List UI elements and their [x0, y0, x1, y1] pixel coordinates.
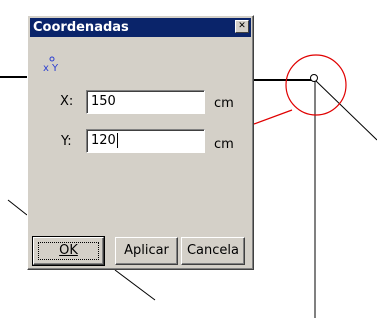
marker-leader-line: [253, 109, 293, 125]
close-icon: ✕: [238, 21, 246, 31]
y-unit: cm: [214, 137, 234, 152]
apply-button-label: Aplicar: [124, 243, 169, 258]
y-value: 120: [91, 133, 116, 148]
y-input[interactable]: 120: [86, 129, 205, 153]
diagonal-line-bottom: [114, 269, 156, 301]
apply-button[interactable]: Aplicar: [115, 237, 178, 265]
svg-text:Y: Y: [51, 63, 59, 74]
diagonal-line-left: [7, 199, 28, 216]
svg-text:x: x: [43, 63, 49, 74]
coordinates-dialog: Coordenadas ✕ x Y X: 150 cm Y: 120 cm OK…: [27, 15, 254, 270]
xy-axis-icon: x Y: [43, 56, 59, 74]
ok-button[interactable]: OK: [32, 236, 105, 266]
x-input[interactable]: 150: [86, 90, 205, 114]
text-caret: [116, 133, 118, 148]
x-value: 150: [91, 94, 116, 109]
snap-point[interactable]: [310, 74, 318, 82]
cancel-button-label: Cancela: [186, 243, 239, 258]
x-label: X:: [60, 94, 74, 109]
cancel-button[interactable]: Cancela: [181, 237, 245, 265]
dialog-titlebar[interactable]: Coordenadas ✕: [30, 18, 251, 37]
x-unit: cm: [214, 96, 234, 111]
y-label: Y:: [61, 134, 72, 149]
close-button[interactable]: ✕: [235, 20, 249, 33]
dialog-title: Coordenadas: [33, 20, 129, 35]
ok-button-label: OK: [59, 243, 78, 258]
snap-marker-circle: [285, 54, 347, 116]
